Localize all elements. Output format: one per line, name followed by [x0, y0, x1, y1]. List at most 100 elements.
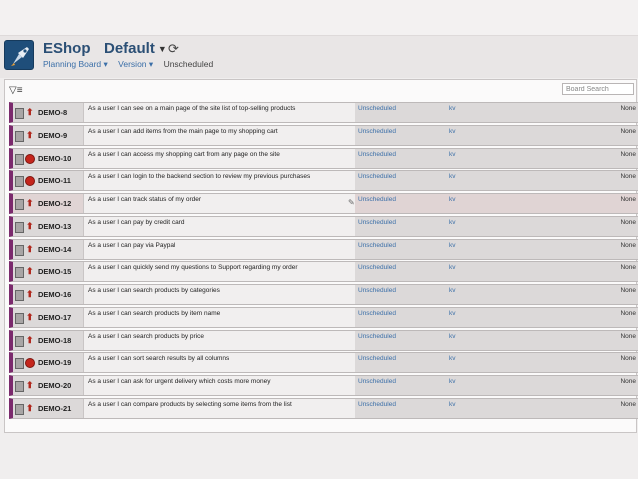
issue-version[interactable]: Unscheduled: [358, 401, 396, 408]
issue-key[interactable]: DEMO-10: [38, 154, 71, 163]
story-type-icon: [15, 312, 24, 324]
issue-row[interactable]: ⬆ DEMO-14 As a user I can pay via Paypal Un…: [9, 238, 638, 260]
issue-version[interactable]: Unscheduled: [358, 333, 396, 340]
issue-icons: ⬆: [15, 335, 39, 347]
major-priority-icon: ⬆: [26, 243, 34, 254]
issue-icons: ⬆: [15, 380, 39, 392]
refresh-icon[interactable]: ⟳: [168, 41, 179, 57]
version-label: Version: [118, 59, 147, 69]
issue-assignee[interactable]: kv: [449, 264, 456, 271]
issue-summary[interactable]: As a user I can ask for urgent delivery …: [83, 376, 355, 395]
planning-board-label: Planning Board: [43, 59, 102, 69]
issue-estimate: None: [620, 173, 636, 181]
chevron-down-icon: ▼: [157, 44, 167, 55]
board-name: Default: [104, 40, 155, 57]
issue-assignee[interactable]: kv: [449, 196, 456, 203]
issue-version[interactable]: Unscheduled: [358, 173, 396, 180]
issue-list: ⬆ DEMO-8 As a user I can see on a main pag…: [9, 102, 638, 421]
project-logo-icon[interactable]: [4, 40, 34, 70]
issue-icons: ⬆: [15, 107, 39, 119]
issue-key[interactable]: DEMO-19: [38, 358, 71, 367]
issue-assignee[interactable]: kv: [449, 128, 456, 135]
board-search-input[interactable]: [562, 83, 634, 95]
issue-assignee[interactable]: kv: [449, 378, 456, 385]
major-priority-icon: ⬆: [26, 311, 34, 322]
issue-estimate: None: [620, 378, 636, 385]
issue-row[interactable]: ⬆ DEMO-8 As a user I can see on a main pag…: [9, 102, 638, 123]
issue-assignee[interactable]: kv: [449, 287, 456, 294]
issue-row[interactable]: DEMO-10 As a user I can access my shoppin…: [9, 147, 638, 169]
issue-summary[interactable]: As a user I can access my shopping cart …: [83, 148, 355, 168]
issue-key[interactable]: DEMO-18: [38, 336, 71, 345]
issue-version[interactable]: Unscheduled: [358, 105, 396, 112]
version-menu[interactable]: Version ▾: [118, 59, 153, 69]
issue-key[interactable]: DEMO-16: [38, 290, 71, 299]
issue-row[interactable]: ⬆ DEMO-21 As a user I can compare products…: [9, 397, 638, 419]
issue-summary[interactable]: As a user I can sort search results by a…: [83, 353, 355, 373]
project-name: EShop: [43, 40, 91, 57]
issue-estimate: None: [620, 218, 636, 226]
issue-version[interactable]: Unscheduled: [358, 219, 396, 226]
issue-assignee[interactable]: kv: [449, 219, 456, 226]
issue-estimate: None: [620, 287, 636, 294]
board-selector[interactable]: Default ▼: [104, 40, 167, 57]
issue-row[interactable]: ⬆ DEMO-18 As a user I can search products …: [9, 329, 638, 351]
issue-row[interactable]: ⬆ DEMO-13 As a user I can pay by credit ca…: [9, 215, 638, 237]
issue-key[interactable]: DEMO-11: [38, 176, 71, 185]
issue-version[interactable]: Unscheduled: [358, 242, 396, 249]
issue-summary[interactable]: As a user I can pay by credit card: [83, 216, 355, 236]
issue-key[interactable]: DEMO-17: [38, 313, 71, 322]
issue-assignee[interactable]: kv: [449, 333, 456, 340]
issue-summary[interactable]: As a user I can search products by categ…: [83, 285, 355, 304]
issue-key[interactable]: DEMO-14: [38, 245, 71, 254]
edit-icon[interactable]: ✎: [348, 198, 355, 207]
issue-row[interactable]: ⬆ DEMO-20 As a user I can ask for urgent d…: [9, 375, 638, 396]
issue-assignee[interactable]: kv: [449, 151, 456, 158]
issue-row[interactable]: ⬆ DEMO-12 As a user I can track status of …: [9, 193, 638, 214]
issue-summary[interactable]: As a user I can track status of my order: [83, 194, 355, 213]
issue-summary[interactable]: As a user I can see on a main page of th…: [83, 103, 355, 122]
issue-summary[interactable]: As a user I can search products by price: [83, 330, 355, 350]
issue-row[interactable]: ⬆ DEMO-15 As a user I can quickly send my …: [9, 261, 638, 283]
issue-summary[interactable]: As a user I can add items from the main …: [83, 125, 355, 145]
issue-assignee[interactable]: kv: [449, 173, 456, 180]
issue-key[interactable]: DEMO-20: [38, 381, 71, 390]
issue-assignee[interactable]: kv: [449, 401, 456, 408]
issue-row[interactable]: DEMO-11 As a user I can login to the back…: [9, 170, 638, 192]
issue-assignee[interactable]: kv: [449, 310, 456, 317]
issue-key[interactable]: DEMO-12: [38, 199, 71, 208]
issue-row[interactable]: ⬆ DEMO-9 As a user I can add items from th…: [9, 124, 638, 146]
issue-key[interactable]: DEMO-15: [38, 267, 71, 276]
issue-version[interactable]: Unscheduled: [358, 355, 396, 362]
issue-version[interactable]: Unscheduled: [358, 151, 396, 158]
issue-row[interactable]: DEMO-19 As a user I can sort search resul…: [9, 352, 638, 374]
issue-summary[interactable]: As a user I can pay via Paypal: [83, 239, 355, 259]
blocker-priority-icon: [25, 176, 35, 187]
issue-key[interactable]: DEMO-9: [38, 131, 67, 140]
issue-row[interactable]: ⬆ DEMO-16 As a user I can search products …: [9, 284, 638, 305]
issue-assignee[interactable]: kv: [449, 105, 456, 112]
issue-version[interactable]: Unscheduled: [358, 264, 396, 271]
issue-version[interactable]: Unscheduled: [358, 287, 396, 294]
issue-key[interactable]: DEMO-13: [38, 222, 71, 231]
issue-estimate: None: [620, 400, 636, 408]
issue-assignee[interactable]: kv: [449, 355, 456, 362]
planning-board-menu[interactable]: Planning Board ▾: [43, 59, 108, 69]
issue-row[interactable]: ⬆ DEMO-17 As a user I can search products …: [9, 306, 638, 328]
issue-key[interactable]: DEMO-21: [38, 404, 71, 413]
issue-summary[interactable]: As a user I can compare products by sele…: [83, 398, 355, 418]
issue-icons: ⬆: [15, 130, 39, 142]
issue-summary[interactable]: As a user I can login to the backend sec…: [83, 171, 355, 191]
issue-summary[interactable]: As a user I can search products by item …: [83, 307, 355, 327]
issue-icons: ⬆: [15, 403, 39, 415]
filter-icon[interactable]: ▽≡: [9, 85, 23, 96]
issue-assignee[interactable]: kv: [449, 242, 456, 249]
issue-version[interactable]: Unscheduled: [358, 196, 396, 203]
issue-version[interactable]: Unscheduled: [358, 378, 396, 385]
issue-key[interactable]: DEMO-8: [38, 108, 67, 117]
issue-summary[interactable]: As a user I can quickly send my question…: [83, 262, 355, 282]
major-priority-icon: ⬆: [26, 289, 34, 299]
issue-version[interactable]: Unscheduled: [358, 310, 396, 317]
story-type-icon: [15, 130, 24, 142]
issue-version[interactable]: Unscheduled: [358, 128, 396, 135]
